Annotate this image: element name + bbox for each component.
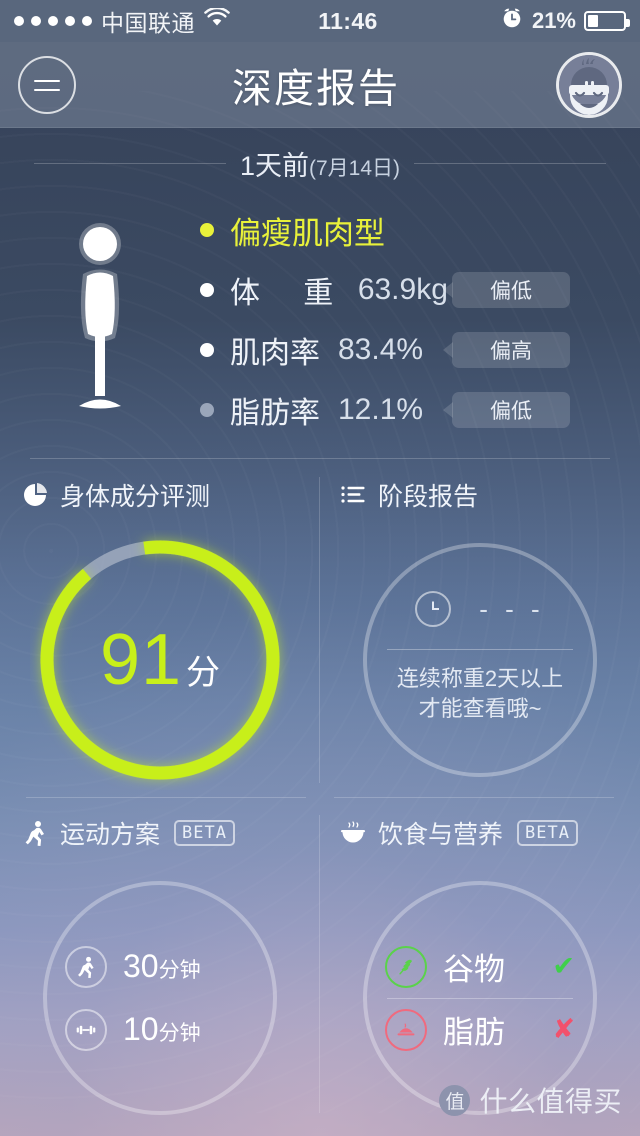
- bullet-dot: [200, 223, 214, 237]
- battery-percent-label: 21%: [531, 8, 576, 33]
- dumbbell-icon: [65, 1008, 107, 1051]
- wifi-icon: [204, 6, 230, 34]
- bowl-steam-icon: [340, 820, 366, 846]
- metric-row-fat: 脂肪率 12.1% 偏低: [200, 380, 632, 440]
- fat-value: 12.1%: [338, 393, 424, 426]
- bullet-dot: [200, 403, 214, 417]
- status-bar-left: 中国联通: [14, 4, 230, 38]
- nav-bar: 深度报告: [0, 42, 640, 128]
- score-ring: 91 分: [0, 515, 320, 805]
- signal-strength-dots: [14, 16, 92, 26]
- exercise-strength-unit: 分钟: [158, 1022, 201, 1045]
- exercise-ring: 30分钟 10分钟: [0, 853, 320, 1136]
- exercise-strength-text: 10分钟: [123, 1011, 201, 1048]
- exercise-cardio-value: 30: [123, 948, 159, 984]
- body-type-label: 偏瘦肌肉型: [230, 215, 385, 251]
- hamburger-menu-icon[interactable]: [18, 56, 76, 114]
- grain-wheat-icon: [385, 945, 427, 988]
- date-rule-left: [34, 162, 226, 164]
- status-bar: 中国联通 11:46 21%: [0, 0, 640, 42]
- score-value: 91: [99, 620, 183, 700]
- panel-title-row: 饮食与营养 BETA: [320, 813, 640, 853]
- summary-body: 偏瘦肌肉型 体 重 63.9kg 偏低 肌肉率 83.4% 偏高 脂肪率 12.…: [0, 184, 640, 440]
- stage-note: 连续称重2天以上 才能查看哦~: [397, 664, 563, 722]
- date-rule-right: [414, 162, 606, 164]
- watermark-badge-icon: 值: [439, 1084, 471, 1116]
- carrier-label: 中国联通: [101, 10, 195, 36]
- date-sub: (7月14日): [309, 156, 401, 180]
- exercise-item-cardio: 30分钟: [65, 936, 255, 998]
- diet-item-fat: 脂肪 ✘: [385, 999, 575, 1061]
- battery-icon: [584, 11, 630, 31]
- running-person-icon: [22, 820, 48, 846]
- alarm-clock-icon: [500, 6, 524, 36]
- metric-row-weight: 体 重 63.9kg 偏低: [200, 260, 632, 320]
- user-avatar-icon[interactable]: [556, 52, 622, 118]
- stage-note-line1: 连续称重2天以上: [396, 666, 564, 692]
- muscle-status-badge: 偏高: [443, 332, 570, 368]
- weight-status-badge: 偏低: [443, 272, 570, 308]
- status-bar-clock: 11:46: [318, 7, 378, 34]
- diet-grain-label: 谷物: [443, 952, 505, 987]
- diet-fat-mark: ✘: [552, 1014, 575, 1044]
- panel-title: 身体成分评测: [60, 483, 211, 511]
- pie-chart-icon: [22, 482, 48, 508]
- diet-grain-mark: ✔: [552, 951, 575, 981]
- stage-value-row: - - -: [415, 591, 545, 628]
- stage-inner: - - - 连续称重2天以上 才能查看哦~: [320, 515, 640, 805]
- diet-fat-label: 脂肪: [443, 1015, 505, 1050]
- muscle-label: 肌肉率: [230, 337, 320, 370]
- site-watermark: 值 什么值得买: [439, 1080, 622, 1120]
- app-screen: 中国联通 11:46 21% 深度报告 1天前(7月14日) 偏瘦肌肉型 体 重…: [0, 0, 640, 1136]
- bullet-dot: [200, 283, 214, 297]
- panel-exercise-plan[interactable]: 运动方案 BETA 30分钟 10分钟: [0, 797, 320, 1127]
- stage-ring: - - - 连续称重2天以上 才能查看哦~: [320, 515, 640, 805]
- stage-placeholder-value: - - -: [479, 593, 545, 624]
- panel-title: 运动方案: [60, 821, 161, 849]
- metrics-list: 偏瘦肌肉型 体 重 63.9kg 偏低 肌肉率 83.4% 偏高 脂肪率 12.…: [200, 200, 640, 440]
- fat-label: 脂肪率: [230, 397, 320, 430]
- exercise-item-strength: 10分钟: [65, 999, 255, 1061]
- panel-grid: 身体成分评测 91 分 阶段报告 - - - 连续称重2天以上 才能查看哦~ 运…: [0, 459, 640, 1127]
- list-lines-icon: [340, 482, 366, 508]
- stage-divider: [387, 649, 573, 651]
- exercise-strength-value: 10: [123, 1011, 159, 1047]
- watermark-text: 什么值得买: [479, 1086, 622, 1117]
- body-silhouette-icon: [54, 216, 146, 416]
- measurement-date: 1天前(7月14日): [240, 144, 400, 183]
- date-main: 1天前: [239, 150, 309, 181]
- fat-status-badge: 偏低: [443, 392, 570, 428]
- stage-note-line2: 才能查看哦~: [418, 695, 542, 721]
- exercise-cardio-unit: 分钟: [158, 959, 201, 982]
- panel-stage-report[interactable]: 阶段报告 - - - 连续称重2天以上 才能查看哦~: [320, 459, 640, 797]
- panel-title: 阶段报告: [378, 483, 479, 511]
- muscle-value: 83.4%: [338, 333, 424, 366]
- metric-row-body-type: 偏瘦肌肉型: [200, 200, 632, 260]
- diet-item-grain: 谷物 ✔: [385, 936, 575, 998]
- bullet-dot: [200, 343, 214, 357]
- panel-title-row: 身体成分评测: [0, 475, 320, 515]
- running-person-icon: [65, 945, 107, 988]
- roast-meat-icon: [385, 1008, 427, 1051]
- beta-badge: BETA: [174, 820, 235, 846]
- page-title: 深度报告: [232, 67, 400, 111]
- weight-value: 63.9kg: [357, 273, 448, 306]
- date-row: 1天前(7月14日): [0, 142, 640, 184]
- panel-title: 饮食与营养: [378, 821, 504, 849]
- panel-body-composition[interactable]: 身体成分评测 91 分: [0, 459, 320, 797]
- panel-title-row: 阶段报告: [320, 475, 640, 515]
- beta-badge: BETA: [517, 820, 578, 846]
- score-unit: 分: [186, 654, 221, 692]
- weight-label: 体 重: [230, 277, 340, 310]
- body-figure-column: [0, 200, 200, 416]
- status-bar-right: 21%: [500, 6, 630, 36]
- clock-icon: [415, 591, 452, 628]
- summary-section: 1天前(7月14日) 偏瘦肌肉型 体 重 63.9kg 偏低 肌肉率 83.4%…: [0, 128, 640, 459]
- panel-title-row: 运动方案 BETA: [0, 813, 320, 853]
- metric-row-muscle: 肌肉率 83.4% 偏高: [200, 320, 632, 380]
- score-center: 91 分: [0, 624, 320, 696]
- panel-diet-nutrition[interactable]: 饮食与营养 BETA 谷物 ✔ 脂肪 ✘: [320, 797, 640, 1127]
- exercise-items: 30分钟 10分钟: [0, 853, 320, 1136]
- exercise-cardio-text: 30分钟: [123, 948, 201, 985]
